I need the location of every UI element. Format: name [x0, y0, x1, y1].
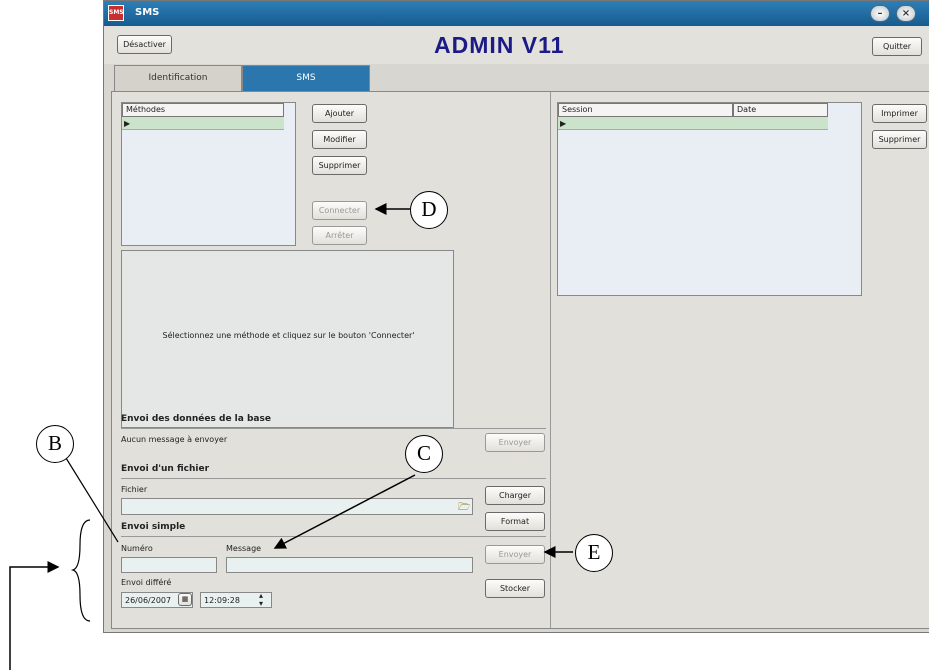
- brace: [70, 519, 91, 622]
- callout-e: E: [575, 534, 613, 572]
- line-b: [65, 457, 119, 543]
- arrow-c: [273, 474, 416, 549]
- annotation-overlay: [9, 203, 573, 670]
- callout-c: C: [405, 435, 443, 473]
- callout-b: B: [36, 425, 74, 463]
- callout-d: D: [410, 191, 448, 229]
- arrow-loop: [9, 561, 60, 670]
